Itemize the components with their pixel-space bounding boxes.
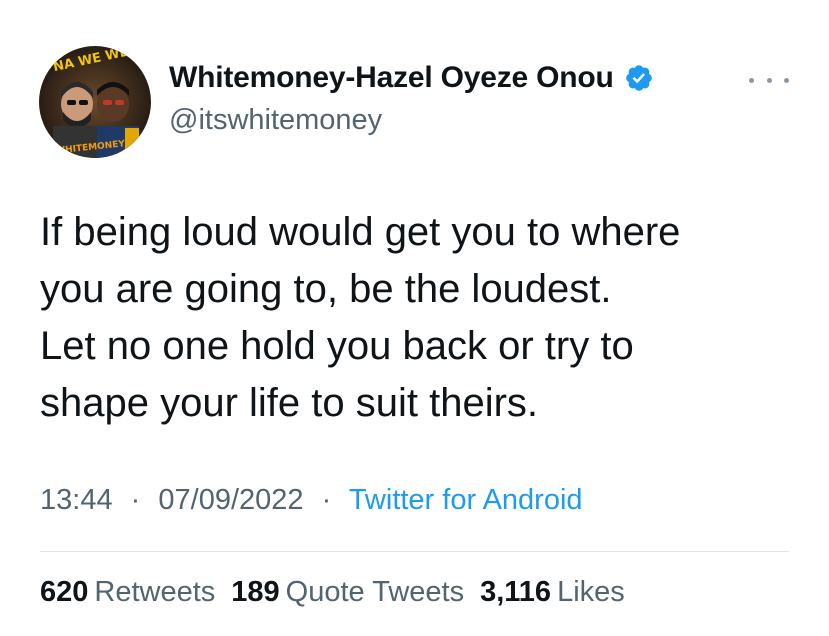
tweet-card: NA WE WE WHITEMONEY ZOR Whitemoney-Hazel… <box>0 0 829 636</box>
tweet-date[interactable]: 07/09/2022 <box>158 484 303 516</box>
quote-tweets-label: Quote Tweets <box>285 576 465 608</box>
more-options-button[interactable] <box>749 70 789 90</box>
divider <box>40 551 789 552</box>
meta-separator: · <box>321 484 332 516</box>
more-options-icon <box>784 77 789 83</box>
author-block: Whitemoney-Hazel Oyeze Onou @itswhitemon… <box>169 58 654 137</box>
tweet-source-link[interactable]: Twitter for Android <box>349 484 583 516</box>
retweets-stat[interactable]: 620 Retweets <box>40 576 215 609</box>
tweet-stats: 620 Retweets 189 Quote Tweets 3,116 Likes <box>40 576 641 609</box>
likes-count: 3,116 <box>480 576 552 608</box>
quote-tweets-count: 189 <box>231 576 280 608</box>
display-name[interactable]: Whitemoney-Hazel Oyeze Onou <box>169 61 614 95</box>
likes-stat[interactable]: 3,116 Likes <box>480 576 625 609</box>
meta-separator: · <box>130 484 141 516</box>
avatar[interactable]: NA WE WE WHITEMONEY ZOR <box>39 46 151 158</box>
verified-badge-icon <box>625 65 652 91</box>
tweet-meta: 13:44 · 07/09/2022 · Twitter for Android <box>40 484 583 517</box>
tweet-time[interactable]: 13:44 <box>40 484 113 516</box>
tweet-text: If being loud would get you to where you… <box>40 210 681 425</box>
user-handle[interactable]: @itswhitemoney <box>169 104 654 137</box>
retweets-label: Retweets <box>94 576 216 608</box>
more-options-icon <box>749 77 754 83</box>
retweets-count: 620 <box>40 576 89 608</box>
quote-tweets-stat[interactable]: 189 Quote Tweets <box>231 576 464 609</box>
name-row: Whitemoney-Hazel Oyeze Onou <box>169 58 654 98</box>
avatar-image: NA WE WE WHITEMONEY ZOR <box>39 46 151 158</box>
likes-label: Likes <box>557 576 625 608</box>
more-options-icon <box>766 77 772 83</box>
